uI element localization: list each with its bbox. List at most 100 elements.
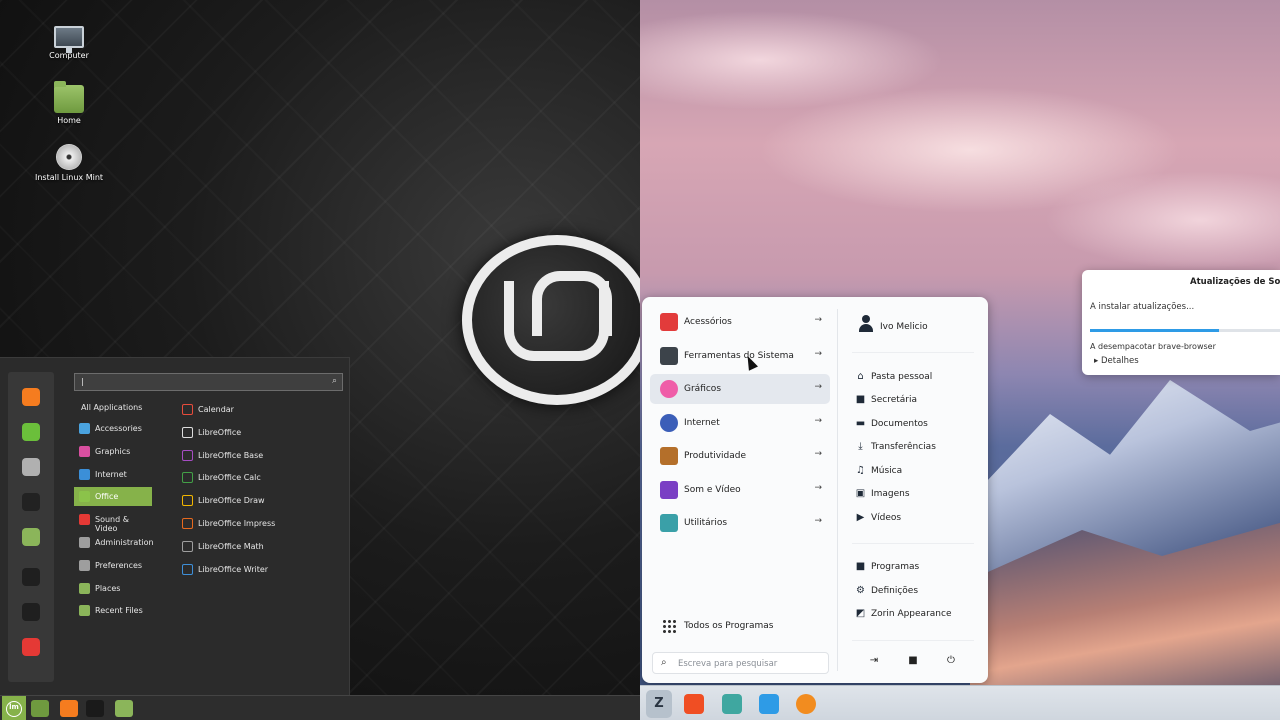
category-som-e-video[interactable]: Som e Vídeo → (650, 475, 830, 505)
mint-menu-button[interactable] (2, 696, 26, 720)
mint-desktop: Computer Home Install Linux Mint | ⌕ All… (0, 0, 640, 720)
desktop-icon-home[interactable]: Home (19, 81, 119, 125)
zorin-menu-button[interactable] (646, 690, 672, 718)
files-icon[interactable] (722, 694, 742, 714)
settings-icon[interactable] (22, 458, 40, 476)
arrow-right-icon: → (814, 315, 822, 325)
app-libreoffice-math[interactable]: LibreOffice Math (178, 537, 328, 556)
category-label: Administration (95, 538, 154, 547)
app-libreoffice-impress[interactable]: LibreOffice Impress (178, 514, 328, 533)
briefcase-icon (660, 447, 678, 465)
category-label: Office (95, 492, 119, 501)
place-imagens[interactable]: ▣ Imagens (855, 484, 910, 504)
category-label: Internet (95, 470, 127, 479)
category-produtividade[interactable]: Produtividade → (650, 441, 830, 471)
brave-icon[interactable] (684, 694, 704, 714)
app-libreoffice-writer[interactable]: LibreOffice Writer (178, 560, 328, 579)
libreoffice-calc-icon (182, 472, 193, 483)
desktop-icon: ■ (855, 394, 866, 405)
category-accessories[interactable]: Accessories (74, 419, 152, 438)
lock-icon[interactable]: ■ (906, 654, 920, 668)
software-store-icon[interactable] (759, 694, 779, 714)
zorin-start-menu: Acessórios → Ferramentas do Sistema → Gr… (642, 297, 988, 683)
libreoffice-math-icon (182, 541, 193, 552)
category-utilitarios[interactable]: Utilitários → (650, 508, 830, 538)
place-musica[interactable]: ♫ Música (855, 461, 902, 481)
all-programs-button[interactable]: Todos os Programas (650, 612, 830, 640)
libreoffice-writer-icon (182, 564, 193, 575)
logout-icon[interactable] (22, 603, 40, 621)
libreoffice-impress-icon (182, 518, 193, 529)
app-label: LibreOffice Base (198, 451, 264, 460)
place-documentos[interactable]: ▬ Documentos (855, 414, 928, 434)
category-internet[interactable]: Internet (74, 465, 152, 484)
category-places[interactable]: Places (74, 579, 152, 598)
arrow-right-icon: → (814, 382, 822, 392)
link-zorin-appearance[interactable]: ◩ Zorin Appearance (855, 604, 952, 624)
desktop-icon-install-linux-mint[interactable]: Install Linux Mint (19, 144, 119, 182)
place-videos[interactable]: ▶ Vídeos (855, 508, 901, 528)
software-manager-icon[interactable] (22, 423, 40, 441)
app-libreoffice-calc[interactable]: LibreOffice Calc (178, 468, 328, 487)
category-recent-files[interactable]: Recent Files (74, 601, 152, 620)
category-graficos[interactable]: Gráficos → (650, 374, 830, 404)
power-icon[interactable] (22, 638, 40, 656)
menu-search-input[interactable]: | ⌕ (74, 373, 343, 391)
category-acessorios[interactable]: Acessórios → (650, 307, 830, 337)
place-pasta-pessoal[interactable]: ⌂ Pasta pessoal (855, 367, 932, 387)
expander-triangle-icon: ▸ (1094, 356, 1101, 366)
accessories-icon (79, 423, 90, 434)
disc-icon (56, 144, 82, 170)
logout-icon[interactable]: ⇥ (867, 654, 881, 668)
terminal-icon[interactable] (22, 493, 40, 511)
internet-icon (79, 469, 90, 480)
terminal-icon[interactable] (86, 700, 104, 717)
preferences-icon (79, 560, 90, 571)
separator (852, 352, 974, 353)
folder-icon[interactable] (115, 700, 133, 717)
app-calendar[interactable]: Calendar (178, 400, 328, 419)
app-libreoffice[interactable]: LibreOffice (178, 423, 328, 442)
user-account-button[interactable]: Ivo Melicio (856, 314, 928, 334)
software-updater-dialog[interactable]: Atualizações de Soft A instalar atualiza… (1082, 270, 1280, 375)
place-transferencias[interactable]: ⤓ Transferências (855, 437, 936, 457)
lock-icon[interactable] (22, 568, 40, 586)
app-libreoffice-draw[interactable]: LibreOffice Draw (178, 491, 328, 510)
user-name: Ivo Melicio (880, 322, 928, 332)
libreoffice-base-icon (182, 450, 193, 461)
multimedia-icon (660, 481, 678, 499)
app-label: LibreOffice Draw (198, 496, 265, 505)
link-programas[interactable]: ■ Programas (855, 557, 919, 577)
search-icon: ⌕ (661, 657, 667, 668)
update-progress-fill (1090, 329, 1220, 332)
category-internet[interactable]: Internet → (650, 408, 830, 438)
app-label: LibreOffice (198, 428, 242, 437)
administration-icon (79, 537, 90, 548)
firefox-icon[interactable] (22, 388, 40, 406)
place-secretaria[interactable]: ■ Secretária (855, 390, 917, 410)
category-preferences[interactable]: Preferences (74, 556, 152, 575)
category-all-applications[interactable]: All Applications (74, 398, 152, 417)
download-icon: ⤓ (858, 441, 863, 452)
category-administration[interactable]: Administration (74, 533, 154, 552)
category-graphics[interactable]: Graphics (74, 442, 152, 461)
update-progress-bar (1090, 329, 1280, 332)
files-icon[interactable] (31, 700, 49, 717)
app-libreoffice-base[interactable]: LibreOffice Base (178, 446, 328, 465)
computer-icon (54, 26, 84, 53)
details-expander[interactable]: ▸ Detalhes (1094, 356, 1139, 366)
favorites-sidebar (8, 372, 54, 682)
link-definicoes[interactable]: ⚙ Definições (855, 581, 918, 601)
files-icon[interactable] (22, 528, 40, 546)
category-office[interactable]: Office (74, 487, 152, 506)
category-sound-video[interactable]: Sound & Video (74, 510, 152, 533)
category-ferramentas-do-sistema[interactable]: Ferramentas do Sistema → (650, 341, 830, 371)
menu-search-input[interactable]: ⌕ Escreva para pesquisar (652, 652, 829, 674)
desktop-icon-computer[interactable]: Computer (19, 22, 119, 60)
place-label: Transferências (871, 442, 936, 452)
app-label: LibreOffice Impress (198, 519, 276, 528)
updater-icon[interactable] (796, 694, 816, 714)
firefox-icon[interactable] (60, 700, 78, 717)
toolbox-icon (660, 313, 678, 331)
power-icon[interactable]: ⏻ (944, 654, 958, 668)
